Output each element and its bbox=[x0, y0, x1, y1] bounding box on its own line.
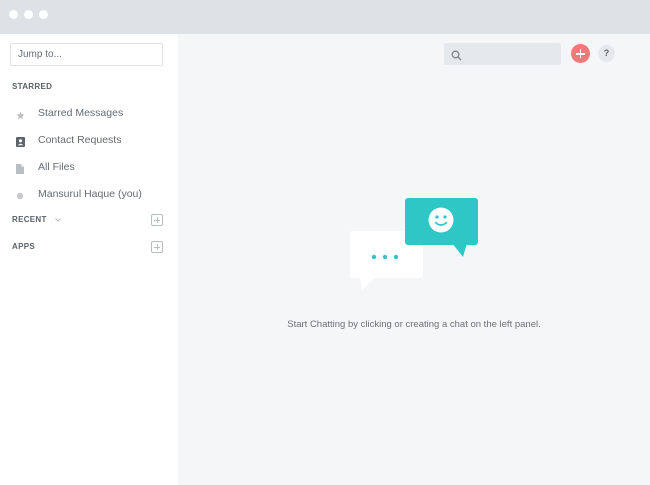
recent-section-label[interactable]: RECENT bbox=[12, 215, 62, 224]
apps-section-label: APPS bbox=[12, 242, 35, 251]
sidebar-item-all-files[interactable]: All Files bbox=[14, 160, 169, 178]
contact-card-icon bbox=[14, 136, 26, 148]
empty-state-message: Start Chatting by clicking or creating a… bbox=[287, 319, 541, 330]
chevron-down-icon bbox=[55, 215, 62, 224]
add-app-button[interactable] bbox=[151, 241, 163, 253]
search-icon bbox=[451, 48, 462, 66]
help-button[interactable]: ? bbox=[598, 45, 615, 62]
window-minimize-control[interactable] bbox=[24, 10, 33, 19]
create-chat-button[interactable] bbox=[571, 44, 590, 63]
sidebar-item-label: Starred Messages bbox=[38, 107, 124, 119]
jump-to-input[interactable]: Jump to... bbox=[10, 43, 163, 66]
sidebar-item-self-dm[interactable]: Mansurul Haque (you) bbox=[14, 187, 169, 205]
search-input[interactable] bbox=[444, 43, 561, 65]
file-icon bbox=[14, 163, 26, 175]
status-dot-icon bbox=[14, 190, 26, 202]
sidebar-item-starred-messages[interactable]: Starred Messages bbox=[14, 106, 169, 124]
window-maximize-control[interactable] bbox=[39, 10, 48, 19]
sidebar: Jump to... STARRED Starred Messages Cont… bbox=[0, 34, 178, 485]
add-recent-button[interactable] bbox=[151, 214, 163, 226]
chat-illustration bbox=[348, 196, 483, 296]
main-panel: ? Start Chatting by clicking or creating… bbox=[178, 34, 650, 485]
sidebar-item-label: All Files bbox=[38, 161, 75, 173]
sidebar-item-contact-requests[interactable]: Contact Requests bbox=[14, 133, 169, 151]
window-close-control[interactable] bbox=[9, 10, 18, 19]
sidebar-item-label: Mansurul Haque (you) bbox=[38, 188, 142, 200]
sidebar-item-label: Contact Requests bbox=[38, 134, 122, 146]
starred-section-label: STARRED bbox=[12, 82, 53, 91]
star-icon bbox=[14, 109, 26, 121]
recent-label-text: RECENT bbox=[12, 215, 47, 224]
window-titlebar bbox=[0, 0, 650, 34]
